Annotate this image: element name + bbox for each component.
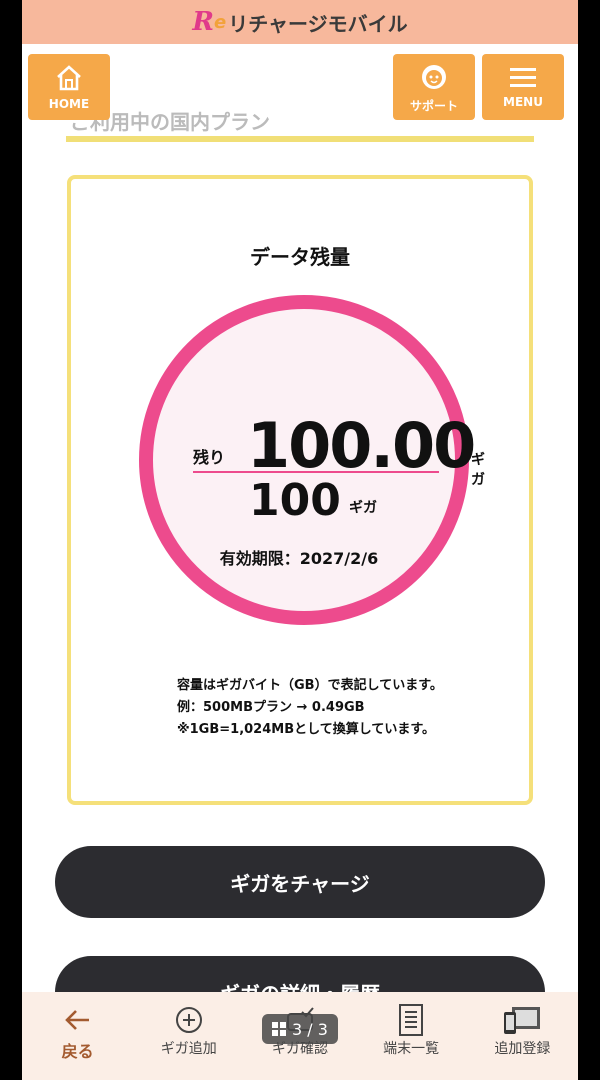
home-label: HOME — [48, 97, 90, 111]
tab-label: 端末一覧 — [383, 1041, 440, 1057]
home-icon — [57, 65, 81, 91]
tab-add-giga[interactable]: ギガ追加 — [134, 992, 244, 1058]
app-screen: Re リチャージモバイル ご利用中の国内プラン HOME サポート MENU デ… — [22, 0, 578, 1080]
tab-add-register[interactable]: 追加登録 — [467, 992, 577, 1058]
remaining-label: 残り — [193, 448, 226, 467]
image-pager: 3 / 3 — [262, 1014, 338, 1044]
support-agent-icon — [422, 64, 446, 89]
ring-divider — [193, 471, 439, 473]
top-bar: Re リチャージモバイル — [22, 0, 578, 44]
expiry-date: 有効期限：2027/2/6 — [153, 545, 455, 569]
data-remaining-card: データ残量 残り 100.00 ギガ 100 ギガ 有効期限：2027/2/6 … — [67, 175, 533, 805]
total-value: 100 — [249, 475, 341, 526]
support-button[interactable]: サポート — [393, 54, 475, 120]
note-line: 容量はギガバイト（GB）で表記しています。 — [177, 678, 443, 693]
expiry-text: 有効期限：2027/2/6 — [219, 549, 379, 568]
tab-device-list[interactable]: 端末一覧 — [356, 992, 466, 1058]
home-button[interactable]: HOME — [28, 54, 110, 120]
tab-label: ギガ追加 — [160, 1041, 217, 1057]
note-line: ※1GB=1,024MBとして換算しています。 — [177, 722, 436, 737]
note-line: 例：500MBプラン → 0.49GB — [177, 700, 365, 715]
charge-giga-button[interactable]: ギガをチャージ — [55, 846, 545, 918]
plus-circle-icon — [175, 1007, 202, 1033]
data-ring: 残り 100.00 ギガ 100 ギガ 有効期限：2027/2/6 — [139, 295, 485, 625]
devices-icon — [504, 1007, 541, 1034]
grid-icon — [272, 1022, 287, 1036]
capacity-notes: 容量はギガバイト（GB）で表記しています。 例：500MBプラン → 0.49G… — [177, 675, 443, 741]
app-title: リチャージモバイル — [228, 11, 408, 36]
card-title: データ残量 — [250, 245, 350, 269]
tab-label: 戻る — [61, 1042, 94, 1061]
tab-back[interactable]: 戻る — [23, 992, 133, 1062]
pager-text: 3 / 3 — [292, 1019, 328, 1039]
list-icon — [399, 1004, 424, 1036]
app-logo: Re リチャージモバイル — [192, 7, 408, 37]
tab-label: 追加登録 — [494, 1041, 551, 1057]
arrow-left-icon — [64, 1010, 89, 1030]
menu-label: MENU — [503, 95, 543, 109]
total-unit: ギガ — [349, 500, 377, 516]
hamburger-menu-icon — [510, 68, 536, 87]
support-label: サポート — [409, 98, 458, 113]
menu-button[interactable]: MENU — [482, 54, 564, 120]
remaining-unit: ギガ — [471, 452, 485, 488]
